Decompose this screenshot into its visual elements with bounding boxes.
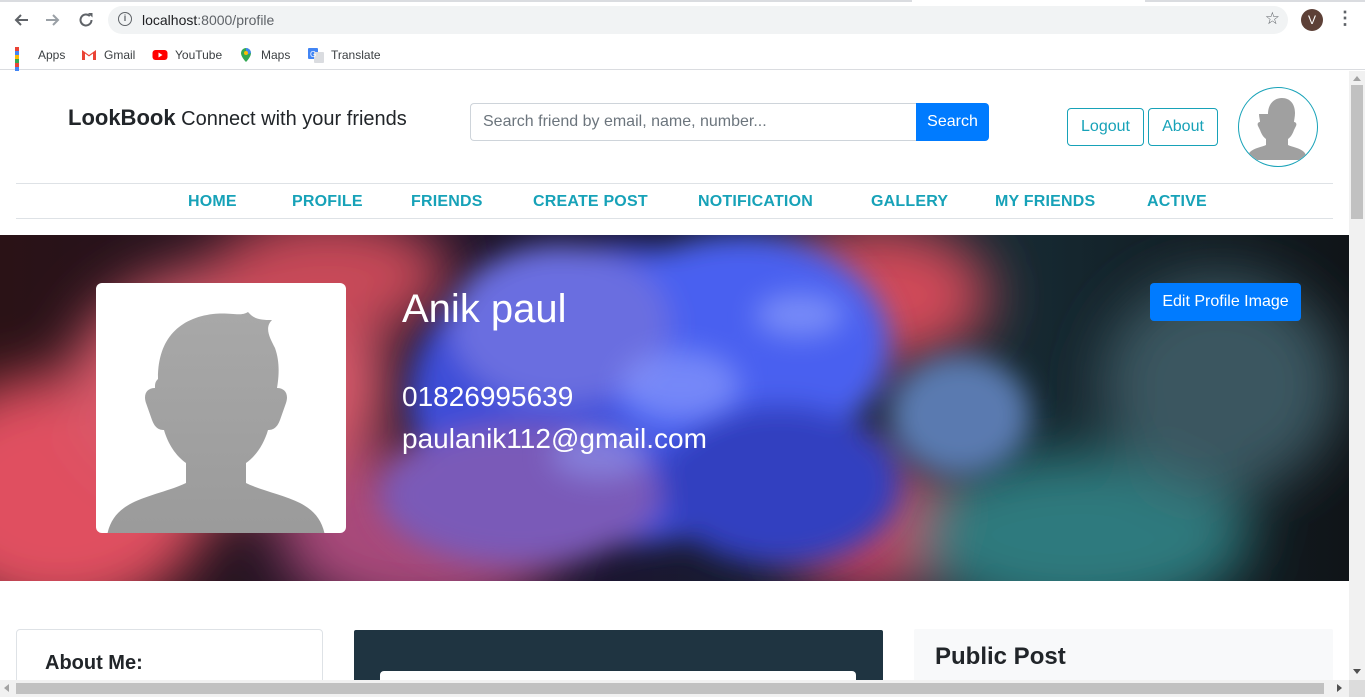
maps-pin-icon (238, 47, 254, 63)
youtube-icon (152, 47, 168, 63)
nav-create-post[interactable]: CREATE POST (533, 193, 648, 211)
header-avatar[interactable] (1238, 87, 1318, 167)
bookmark-youtube[interactable]: YouTube (152, 45, 222, 65)
profile-name: Anik paul (402, 287, 567, 331)
gmail-icon (81, 47, 97, 63)
profile-phone: 01826995639 (402, 381, 574, 412)
browser-toolbar: i localhost:8000/profile ☆ V ⋮ (0, 0, 1365, 40)
bookmark-apps[interactable]: Apps (15, 45, 65, 83)
nav-friends[interactable]: FRIENDS (411, 193, 483, 211)
brand-tagline: Connect with your friends (181, 108, 407, 130)
search-button[interactable]: Search (916, 103, 989, 141)
scroll-right-arrow-icon[interactable] (1337, 684, 1342, 692)
post-composer-card (354, 630, 883, 680)
profile-avatar-chip[interactable]: V (1301, 9, 1323, 31)
post-composer-input[interactable] (380, 671, 856, 680)
main-nav: HOME PROFILE FRIENDS CREATE POST NOTIFIC… (16, 183, 1333, 219)
bookmarks-bar: Apps Gmail YouTube Maps G Translate (0, 40, 1365, 83)
horizontal-scroll-thumb[interactable] (16, 683, 1324, 694)
brand[interactable]: LookBook Connect with your friends (68, 105, 407, 131)
edit-profile-image-button[interactable]: Edit Profile Image (1150, 283, 1301, 321)
logout-button[interactable]: Logout (1067, 108, 1144, 146)
tab-strip-edge (0, 0, 1365, 2)
user-silhouette-icon (1247, 98, 1307, 160)
bookmark-gmail[interactable]: Gmail (81, 45, 135, 65)
reload-icon[interactable] (75, 9, 97, 31)
bookmark-translate[interactable]: G Translate (308, 45, 381, 65)
bookmark-star-icon[interactable]: ☆ (1265, 9, 1280, 29)
scroll-up-arrow-icon[interactable] (1353, 76, 1361, 81)
nav-profile[interactable]: PROFILE (292, 193, 363, 211)
about-card: About Me: (16, 629, 323, 680)
search-input[interactable] (470, 103, 917, 141)
page-viewport: LookBook Connect with your friends Searc… (0, 71, 1349, 680)
site-info-icon[interactable]: i (118, 12, 132, 26)
nav-active[interactable]: ACTIVE (1147, 193, 1207, 211)
brand-name: LookBook (68, 105, 176, 130)
nav-home[interactable]: HOME (188, 193, 237, 211)
forward-arrow-icon[interactable] (42, 9, 64, 31)
browser-menu-icon[interactable]: ⋮ (1336, 8, 1354, 29)
nav-my-friends[interactable]: MY FRIENDS (995, 193, 1095, 211)
horizontal-scrollbar[interactable] (0, 680, 1349, 697)
nav-gallery[interactable]: GALLERY (871, 193, 948, 211)
vertical-scroll-thumb[interactable] (1351, 85, 1363, 219)
back-arrow-icon[interactable] (10, 9, 32, 31)
svg-text:G: G (310, 50, 316, 59)
nav-notification[interactable]: NOTIFICATION (698, 193, 813, 211)
scroll-down-arrow-icon[interactable] (1353, 669, 1361, 674)
search-form: Search (470, 103, 989, 141)
public-post-title: Public Post (935, 643, 1066, 670)
vertical-scrollbar[interactable] (1349, 71, 1365, 680)
apps-grid-icon (15, 47, 31, 83)
scrollbar-corner (1349, 680, 1365, 697)
bookmark-maps[interactable]: Maps (238, 45, 290, 65)
profile-picture (96, 283, 346, 533)
scroll-left-arrow-icon[interactable] (4, 684, 9, 692)
cover-banner: Anik paul 01826995639 paulanik112@gmail.… (0, 235, 1349, 581)
translate-icon: G (308, 47, 324, 63)
address-bar[interactable]: i localhost:8000/profile ☆ (108, 6, 1288, 34)
public-post-card: Public Post (914, 629, 1333, 680)
profile-email: paulanik112@gmail.com (402, 423, 707, 454)
about-title: About Me: (45, 652, 143, 674)
url-text[interactable]: localhost:8000/profile (142, 12, 274, 28)
about-button[interactable]: About (1148, 108, 1218, 146)
user-silhouette-icon (107, 312, 325, 533)
